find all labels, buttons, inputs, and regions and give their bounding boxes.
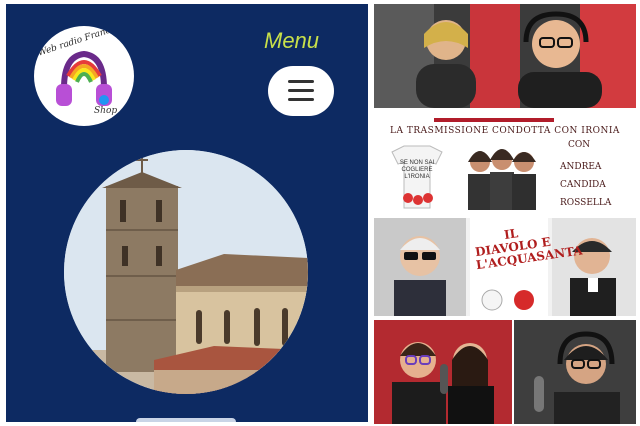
host-name: CANDIDA — [560, 180, 606, 190]
church-illustration — [64, 150, 308, 394]
show-promo: LA TRASMISSIONE CONDOTTA CON IRONIA CON … — [374, 112, 636, 216]
hamburger-menu-button[interactable] — [268, 66, 334, 116]
studio-photo-host — [514, 320, 636, 424]
host-name: ROSSELLA — [560, 198, 612, 208]
tshirt-text: SE NON SAI COGLIERE L'IRONIA — [399, 160, 435, 180]
mobile-app-screen: Web radio Francesco Shop Menu — [6, 4, 368, 422]
radio-logo[interactable]: Web radio Francesco Shop — [34, 26, 134, 126]
bottom-scroll-tab — [136, 418, 236, 422]
menu-label: Menu — [264, 28, 320, 53]
guests-row: IL DIAVOLO E L'ACQUASANTA — [374, 218, 636, 316]
logo-shop-text: Shop — [94, 106, 118, 116]
studio-hosts-photo — [374, 4, 636, 108]
host-names: ANDREA CANDIDA ROSSELLA — [560, 158, 636, 212]
program-collage: LA TRASMISSIONE CONDOTTA CON IRONIA CON … — [372, 0, 640, 426]
host-name: ANDREA — [560, 162, 602, 172]
studio-photo-duo — [374, 320, 512, 424]
hamburger-icon — [288, 80, 314, 83]
church-photo — [64, 150, 308, 394]
